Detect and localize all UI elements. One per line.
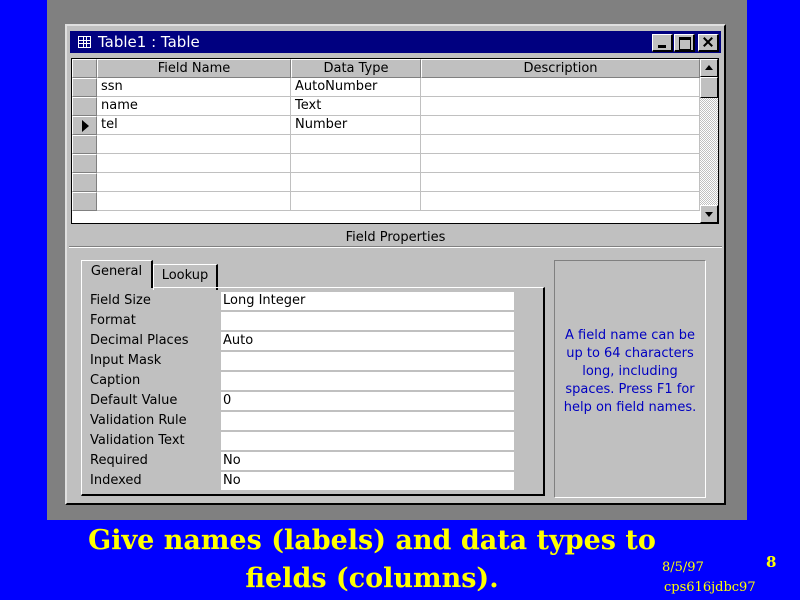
description-cell[interactable] [421,78,700,97]
description-cell[interactable] [421,135,700,154]
current-row-selector[interactable] [72,116,97,135]
property-value-field[interactable] [221,312,514,330]
description-cell[interactable] [421,192,700,211]
field-name-cell[interactable] [97,192,291,211]
column-header-description[interactable]: Description [421,59,700,78]
data-type-cell[interactable]: Text [291,97,421,116]
scroll-up-arrow-icon[interactable] [700,59,718,77]
field-name-cell[interactable] [97,135,291,154]
property-label: Default Value [90,393,178,408]
row-selector[interactable] [72,135,97,154]
property-row: Field Size Long Integer [90,292,540,311]
row-selector[interactable] [72,154,97,173]
property-row: Default Value 0 [90,392,540,411]
title-bar[interactable]: Table1 : Table [70,31,721,53]
data-type-cell[interactable] [291,192,421,211]
table-design-window: Table1 : Table Field Name Data Type Desc… [65,24,726,505]
property-row: Validation Rule [90,412,540,431]
property-row: Caption [90,372,540,391]
slide-caption: Give names (labels) and data types to fi… [88,525,656,594]
maximize-button[interactable] [674,34,695,52]
property-value-field[interactable]: Auto [221,332,514,350]
property-value-field[interactable]: 0 [221,392,514,410]
table-row [72,173,700,192]
field-name-cell[interactable]: tel [97,116,291,135]
table-row [72,192,700,211]
table-icon [78,36,91,48]
property-row: Required No [90,452,540,471]
data-type-cell[interactable]: AutoNumber [291,78,421,97]
data-type-cell[interactable] [291,154,421,173]
row-selector[interactable] [72,192,97,211]
property-label: Input Mask [90,353,162,368]
course-code: cps616jdbc97 [664,580,756,595]
property-label: Validation Text [90,433,185,448]
row-selector-header[interactable] [72,59,97,78]
field-name-cell[interactable]: ssn [97,78,291,97]
data-type-cell[interactable]: Number [291,116,421,135]
tab-general[interactable]: General [81,260,153,288]
table-row [72,135,700,154]
scroll-thumb[interactable] [700,77,718,98]
table-row [72,154,700,173]
minimize-button[interactable] [652,34,673,52]
field-grid: Field Name Data Type Description ssn Aut… [71,58,719,224]
property-value-field[interactable] [221,352,514,370]
property-value-field[interactable]: No [221,472,514,490]
window-title: Table1 : Table [98,33,200,51]
table-row: name Text [72,97,700,116]
property-value-field[interactable]: No [221,452,514,470]
description-cell[interactable] [421,173,700,192]
help-text: A field name can be up to 64 characters … [563,328,697,415]
data-type-cell[interactable] [291,135,421,154]
property-row: Decimal Places Auto [90,332,540,351]
data-type-cell[interactable] [291,173,421,192]
field-name-cell[interactable] [97,154,291,173]
slide-date: 8/5/97 [662,560,704,575]
property-label: Field Size [90,293,151,308]
property-row: Format [90,312,540,331]
table-row: ssn AutoNumber [72,78,700,97]
property-label: Format [90,313,136,328]
property-value-field[interactable]: Long Integer [221,292,514,310]
property-label: Decimal Places [90,333,189,348]
property-value-field[interactable] [221,372,514,390]
property-label: Validation Rule [90,413,187,428]
page-number: 8 [766,553,777,571]
scroll-down-arrow-icon[interactable] [700,205,718,223]
close-button[interactable] [698,34,719,52]
help-panel: A field name can be up to 64 characters … [554,260,706,498]
field-name-cell[interactable] [97,173,291,192]
property-value-field[interactable] [221,432,514,450]
property-row: Input Mask [90,352,540,371]
field-properties-label: Field Properties [345,230,446,245]
property-row: Indexed No [90,472,540,491]
property-label: Caption [90,373,141,388]
property-label: Indexed [90,473,142,488]
description-cell[interactable] [421,154,700,173]
description-cell[interactable] [421,97,700,116]
table-row: tel Number [72,116,700,135]
field-name-cell[interactable]: name [97,97,291,116]
property-label: Required [90,453,148,468]
row-selector[interactable] [72,97,97,116]
vertical-scrollbar[interactable] [700,59,718,223]
description-cell[interactable] [421,116,700,135]
column-header-field-name[interactable]: Field Name [97,59,291,78]
row-selector[interactable] [72,78,97,97]
general-properties-panel: Field Size Long Integer Format Decimal P… [81,287,545,496]
column-header-data-type[interactable]: Data Type [291,59,421,78]
property-row: Validation Text [90,432,540,451]
property-value-field[interactable] [221,412,514,430]
row-selector[interactable] [72,173,97,192]
divider [69,246,722,248]
